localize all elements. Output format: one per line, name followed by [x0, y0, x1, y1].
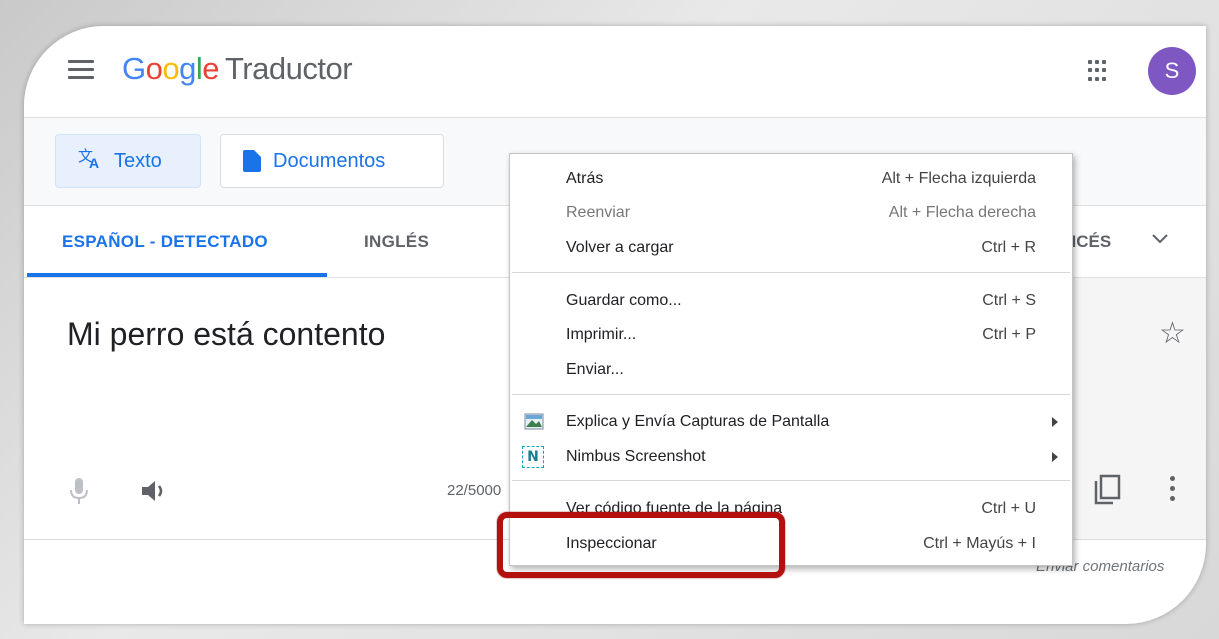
menu-item-print[interactable]: Imprimir... Ctrl + P: [510, 318, 1072, 352]
mode-documents-label: Documentos: [273, 149, 386, 172]
translate-icon: 文A: [78, 147, 102, 175]
menu-item-shortcut: Ctrl + Mayús + I: [923, 535, 1036, 552]
menu-divider: [512, 272, 1070, 273]
mode-documents-button[interactable]: Documentos: [220, 134, 444, 188]
document-icon: [243, 150, 261, 172]
tab-source-detected[interactable]: ESPAÑOL - DETECTADO: [62, 232, 268, 252]
menu-item-shortcut: Alt + Flecha derecha: [888, 204, 1036, 221]
menu-item-shortcut: Alt + Flecha izquierda: [881, 170, 1036, 187]
character-count: 22/5000: [447, 482, 502, 499]
nimbus-icon: N: [522, 446, 544, 468]
menu-item-shortcut: Ctrl + S: [982, 292, 1036, 309]
menu-item-label: Imprimir...: [566, 326, 637, 343]
menu-item-nimbus-screenshot[interactable]: N Nimbus Screenshot: [510, 440, 1072, 474]
active-tab-indicator: [27, 273, 327, 277]
menu-item-shortcut: Ctrl + P: [982, 326, 1036, 343]
mode-text-button[interactable]: 文A Texto: [55, 134, 201, 188]
google-translate-logo[interactable]: Google Traductor: [122, 51, 353, 87]
more-vert-icon[interactable]: [1170, 476, 1176, 504]
header: Google Traductor S: [24, 26, 1206, 118]
menu-divider: [512, 480, 1070, 481]
apps-grid-icon[interactable]: [1088, 60, 1110, 82]
speaker-icon[interactable]: [140, 478, 170, 504]
menu-icon[interactable]: [68, 60, 94, 80]
chevron-down-icon[interactable]: [1152, 228, 1168, 249]
menu-item-label: Guardar como...: [566, 292, 682, 309]
microphone-icon[interactable]: [68, 476, 90, 506]
menu-item-label: Explica y Envía Capturas de Pantalla: [566, 413, 830, 430]
menu-item-screenshot-extension[interactable]: Explica y Envía Capturas de Pantalla: [510, 405, 1072, 439]
source-text-input[interactable]: Mi perro está contento: [67, 316, 385, 353]
avatar[interactable]: S: [1148, 47, 1196, 95]
menu-item-save-as[interactable]: Guardar como... Ctrl + S: [510, 284, 1072, 318]
submenu-arrow-icon: [1052, 417, 1058, 427]
logo-letter: o: [162, 51, 180, 86]
logo-letter: o: [145, 51, 163, 86]
menu-item-back[interactable]: Atrás Alt + Flecha izquierda: [510, 162, 1072, 196]
svg-text:A: A: [89, 155, 99, 169]
menu-item-cast[interactable]: Enviar...: [510, 353, 1072, 387]
menu-item-shortcut: Ctrl + R: [981, 239, 1036, 256]
menu-item-label: Atrás: [566, 170, 604, 187]
menu-item-label: Reenviar: [566, 204, 631, 221]
inspect-highlight-annotation: [497, 512, 785, 578]
source-panel: Mi perro está contento 22/5000: [24, 278, 544, 540]
copy-icon[interactable]: [1092, 474, 1122, 506]
menu-item-forward[interactable]: Reenviar Alt + Flecha derecha: [510, 196, 1072, 230]
menu-divider: [512, 394, 1070, 395]
submenu-arrow-icon: [1052, 452, 1058, 462]
menu-item-label: Nimbus Screenshot: [566, 448, 706, 465]
menu-item-reload[interactable]: Volver a cargar Ctrl + R: [510, 231, 1072, 265]
menu-item-shortcut: Ctrl + U: [981, 500, 1036, 517]
mode-text-label: Texto: [114, 149, 162, 172]
screenshot-extension-icon: [524, 412, 544, 432]
menu-item-label: Enviar...: [566, 361, 624, 378]
logo-letter: G: [122, 51, 146, 86]
context-menu: Atrás Alt + Flecha izquierda Reenviar Al…: [509, 153, 1073, 566]
menu-item-label: Volver a cargar: [566, 239, 674, 256]
logo-letter: g: [179, 51, 196, 86]
star-icon[interactable]: ☆: [1159, 316, 1186, 351]
tab-source-english[interactable]: INGLÉS: [364, 232, 429, 252]
product-name: Traductor: [225, 51, 353, 86]
logo-letter: e: [202, 51, 220, 86]
